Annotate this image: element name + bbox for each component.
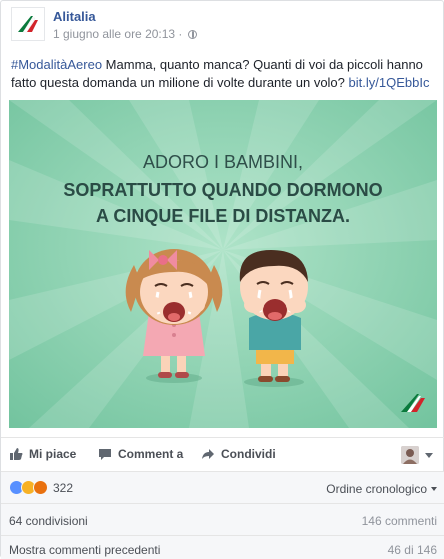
post-as-selector[interactable] — [401, 446, 433, 464]
post-header: Alitalia 1 giugno alle ore 20:13 · — [11, 7, 198, 47]
short-link[interactable]: bit.ly/1QEbbIc — [349, 75, 430, 90]
like-button[interactable]: Mi piace — [9, 447, 76, 461]
comment-button[interactable]: Comment a — [98, 447, 183, 461]
comment-order-label: Ordine cronologico — [326, 482, 427, 496]
share-icon — [202, 449, 214, 459]
globe-icon — [188, 29, 198, 39]
reactions-count: 322 — [53, 480, 74, 495]
hashtag-link[interactable]: #ModalitàAereo — [11, 57, 102, 72]
image-line-3: A CINQUE FILE DI DISTANZA. — [96, 206, 350, 226]
show-previous-comments-link[interactable]: Mostra commenti precedenti — [9, 543, 160, 557]
post-text: #ModalitàAereo Mamma, quanto manca? Quan… — [11, 56, 435, 92]
share-label: Condividi — [221, 447, 276, 461]
facebook-post: Alitalia 1 giugno alle ore 20:13 · #Moda… — [0, 0, 444, 559]
share-button[interactable]: Condividi — [201, 447, 276, 461]
chevron-down-icon — [425, 452, 433, 458]
caret-down-icon — [431, 487, 437, 491]
like-label: Mi piace — [29, 447, 77, 461]
comment-order-dropdown[interactable]: Ordine cronologico — [326, 482, 437, 496]
post-stats-bar: 64 condivisioni 146 commenti — [1, 503, 444, 535]
reactions-bar: 322 Ordine cronologico — [1, 471, 444, 503]
shares-count-link[interactable]: 64 condivisioni — [9, 514, 88, 528]
comments-pagination: 46 di 146 — [387, 543, 437, 557]
image-line-1: ADORO I BAMBINI, — [143, 152, 303, 172]
post-timestamp[interactable]: 1 giugno alle ore 20:13 · — [53, 27, 182, 41]
image-line-2: SOPRATTUTTO QUANDO DORMONO — [63, 180, 382, 200]
user-avatar — [401, 446, 419, 464]
comment-label: Comment a — [118, 447, 184, 461]
reactions-summary[interactable]: 322 — [9, 480, 73, 495]
thumbs-up-icon — [10, 448, 23, 460]
comments-count: 146 commenti — [361, 514, 437, 528]
page-name-link[interactable]: Alitalia — [53, 9, 197, 24]
previous-comments-bar: Mostra commenti precedenti 46 di 146 — [1, 535, 444, 559]
comment-icon — [99, 449, 111, 460]
angry-reaction-icon — [33, 480, 48, 495]
post-actions-bar: Mi piace Comment a Condividi — [1, 437, 444, 471]
alitalia-logo[interactable] — [11, 7, 45, 41]
post-image[interactable]: ADORO I BAMBINI, SOPRATTUTTO QUANDO DORM… — [9, 100, 437, 428]
